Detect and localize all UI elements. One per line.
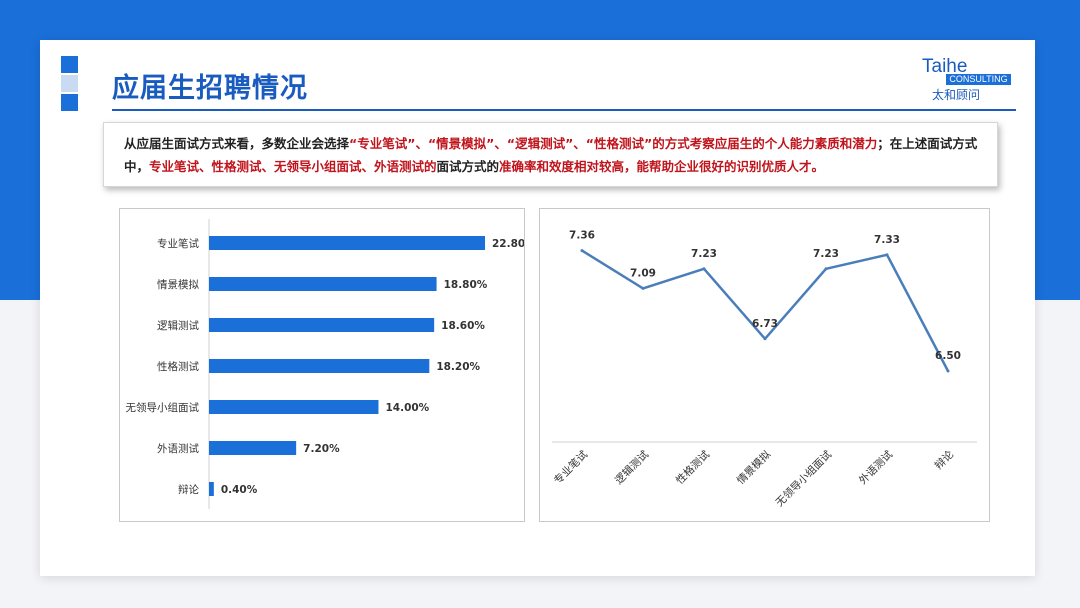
category-label: 外语测试 xyxy=(157,442,199,455)
data-label: 7.23 xyxy=(813,248,839,260)
category-label: 无领导小组面试 xyxy=(773,448,835,510)
data-label: 18.80% xyxy=(444,279,488,291)
page-title: 应届生招聘情况 xyxy=(112,73,308,104)
category-label: 无领导小组面试 xyxy=(126,401,200,414)
data-label: 7.09 xyxy=(630,267,656,279)
title-divider xyxy=(112,109,1016,111)
data-point xyxy=(641,286,645,290)
data-point xyxy=(702,267,706,271)
category-label: 辩论 xyxy=(932,448,956,472)
logo-chinese: 太和顾问 xyxy=(932,88,981,102)
category-label: 逻辑测试 xyxy=(612,448,651,487)
bar xyxy=(209,318,435,332)
category-label: 情景模拟 xyxy=(734,448,773,487)
bar xyxy=(209,400,379,414)
category-label: 专业笔试 xyxy=(157,237,199,250)
category-label: 逻辑测试 xyxy=(157,319,199,332)
summary-seg: 面试方式的 xyxy=(436,159,500,174)
category-label: 情景模拟 xyxy=(157,278,199,291)
data-label: 18.60% xyxy=(441,320,485,332)
logo-consulting: CONSULTING xyxy=(946,74,1011,85)
data-label: 6.50 xyxy=(935,350,961,362)
line-chart: 7.36 7.09 7.23 6.73 7.23 7.33 6.50 专业笔试 逻辑测试 性格测试… xyxy=(551,230,977,510)
category-label: 辩论 xyxy=(178,483,199,496)
data-label: 7.20% xyxy=(303,443,340,455)
summary-seg-highlight: “专业笔试”、“情景模拟”、“逻辑测试”、“性格测试”的方式考察应届生的个人能力… xyxy=(349,136,878,151)
data-label: 7.33 xyxy=(874,234,900,246)
bar xyxy=(209,236,485,250)
data-point xyxy=(763,337,767,341)
category-label: 专业笔试 xyxy=(551,448,590,487)
data-label: 7.36 xyxy=(569,230,595,242)
summary-seg: 从应届生面试方式来看，多数企业会选择 xyxy=(124,136,350,151)
summary-text: 从应届生面试方式来看，多数企业会选择“专业笔试”、“情景模拟”、“逻辑测试”、“… xyxy=(124,132,984,178)
data-label: 6.73 xyxy=(752,318,778,330)
data-label: 14.00% xyxy=(385,402,429,414)
decor-square-3 xyxy=(61,94,78,111)
bar xyxy=(209,482,214,496)
category-label: 性格测试 xyxy=(157,360,199,373)
decor-square-1 xyxy=(61,56,78,73)
category-label: 外语测试 xyxy=(856,448,895,487)
data-point xyxy=(824,267,828,271)
data-point xyxy=(946,369,950,373)
summary-callout: 从应届生面试方式来看，多数企业会选择“专业笔试”、“情景模拟”、“逻辑测试”、“… xyxy=(103,122,998,187)
bar-chart: 专业笔试 22.80% 情景模拟 18.80% 逻辑测试 18.60% 性格测试 18.20%… xyxy=(126,219,536,509)
bar xyxy=(209,441,297,455)
summary-seg-highlight: 准确率和效度相对较高，能帮助企业很好的识别优质人才。 xyxy=(499,159,825,174)
summary-seg-highlight: 专业笔试、性格测试、无领导小组面试、外语测试的 xyxy=(149,159,437,174)
data-point xyxy=(885,253,889,257)
bar-chart-panel: 专业笔试 22.80% 情景模拟 18.80% 逻辑测试 18.60% 性格测试 18.20%… xyxy=(119,208,536,522)
category-label: 性格测试 xyxy=(673,448,712,487)
line-chart-panel: 7.36 7.09 7.23 6.73 7.23 7.33 6.50 专业笔试 逻辑测试 性格测试… xyxy=(539,208,990,522)
decor-square-2 xyxy=(61,75,78,92)
data-label: 22.80% xyxy=(492,238,524,250)
bar xyxy=(209,359,430,373)
data-point xyxy=(580,249,584,253)
data-label: 18.20% xyxy=(436,361,480,373)
bar xyxy=(209,277,437,291)
data-label: 7.23 xyxy=(691,248,717,260)
data-label: 0.40% xyxy=(221,484,258,496)
